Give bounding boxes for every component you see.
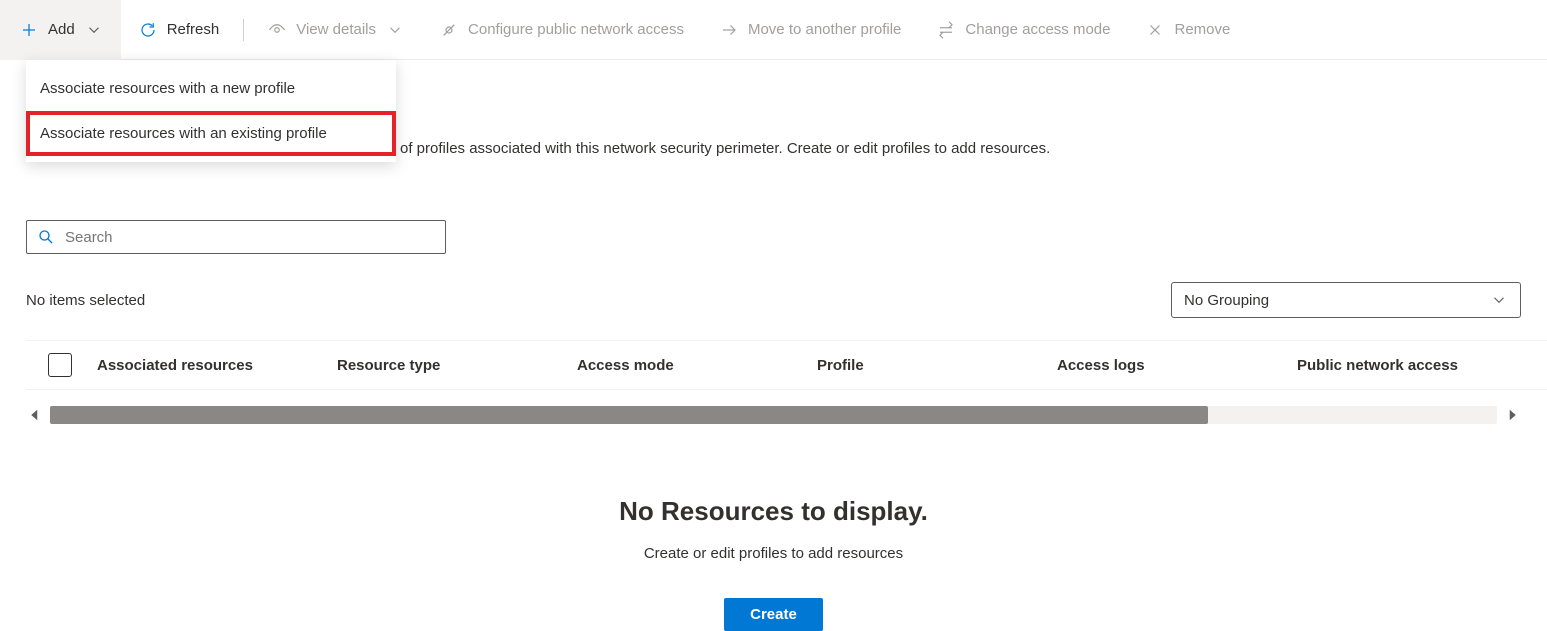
configure-pna-button: Configure public network access bbox=[422, 0, 702, 60]
refresh-label: Refresh bbox=[167, 21, 220, 38]
page-description: of profiles associated with this network… bbox=[400, 140, 1050, 157]
col-associated-resources[interactable]: Associated resources bbox=[97, 357, 337, 374]
col-access-mode[interactable]: Access mode bbox=[577, 357, 817, 374]
configure-pna-label: Configure public network access bbox=[468, 21, 684, 38]
search-icon bbox=[37, 228, 55, 246]
move-profile-label: Move to another profile bbox=[748, 21, 901, 38]
add-dropdown: Associate resources with a new profile A… bbox=[26, 60, 396, 162]
empty-title: No Resources to display. bbox=[0, 496, 1547, 527]
empty-state: No Resources to display. Create or edit … bbox=[0, 496, 1547, 631]
swap-icon bbox=[937, 21, 955, 39]
chevron-down-icon bbox=[1490, 291, 1508, 309]
add-label: Add bbox=[48, 21, 75, 38]
scrollbar-track[interactable] bbox=[50, 406, 1497, 424]
status-row: No items selected No Grouping bbox=[26, 282, 1521, 318]
remove-button: Remove bbox=[1128, 0, 1248, 60]
search-box[interactable] bbox=[26, 220, 446, 254]
search-wrap bbox=[26, 220, 446, 254]
move-profile-button: Move to another profile bbox=[702, 0, 919, 60]
eye-icon bbox=[268, 21, 286, 39]
view-details-button: View details bbox=[250, 0, 422, 60]
add-dropdown-item-existing-profile[interactable]: Associate resources with an existing pro… bbox=[26, 111, 396, 156]
selection-status: No items selected bbox=[26, 292, 145, 309]
scroll-right-icon[interactable] bbox=[1503, 406, 1521, 424]
change-mode-button: Change access mode bbox=[919, 0, 1128, 60]
command-bar: Add Refresh View details bbox=[0, 0, 1547, 60]
grouping-value: No Grouping bbox=[1184, 292, 1269, 309]
add-button[interactable]: Add bbox=[0, 0, 121, 60]
col-access-logs[interactable]: Access logs bbox=[1057, 357, 1297, 374]
col-profile[interactable]: Profile bbox=[817, 357, 1057, 374]
view-details-label: View details bbox=[296, 21, 376, 38]
col-public-network-access[interactable]: Public network access bbox=[1297, 357, 1547, 374]
change-mode-label: Change access mode bbox=[965, 21, 1110, 38]
chevron-down-icon bbox=[386, 21, 404, 39]
horizontal-scrollbar[interactable] bbox=[26, 400, 1547, 430]
refresh-icon bbox=[139, 21, 157, 39]
col-resource-type[interactable]: Resource type bbox=[337, 357, 577, 374]
toolbar-separator bbox=[243, 19, 244, 41]
search-input[interactable] bbox=[65, 229, 435, 246]
create-button[interactable]: Create bbox=[724, 598, 823, 631]
empty-subtitle: Create or edit profiles to add resources bbox=[0, 545, 1547, 562]
arrow-right-icon bbox=[720, 21, 738, 39]
remove-label: Remove bbox=[1174, 21, 1230, 38]
scroll-left-icon[interactable] bbox=[26, 406, 44, 424]
table-header: Associated resources Resource type Acces… bbox=[26, 340, 1547, 390]
grouping-dropdown[interactable]: No Grouping bbox=[1171, 282, 1521, 318]
add-dropdown-item-new-profile[interactable]: Associate resources with a new profile bbox=[26, 66, 396, 111]
unplug-icon bbox=[440, 21, 458, 39]
select-all-cell bbox=[26, 353, 97, 377]
resources-table: Associated resources Resource type Acces… bbox=[26, 340, 1547, 430]
refresh-button[interactable]: Refresh bbox=[121, 0, 238, 60]
plus-icon bbox=[20, 21, 38, 39]
close-icon bbox=[1146, 21, 1164, 39]
scrollbar-thumb[interactable] bbox=[50, 406, 1208, 424]
chevron-down-icon bbox=[85, 21, 103, 39]
select-all-checkbox[interactable] bbox=[48, 353, 72, 377]
